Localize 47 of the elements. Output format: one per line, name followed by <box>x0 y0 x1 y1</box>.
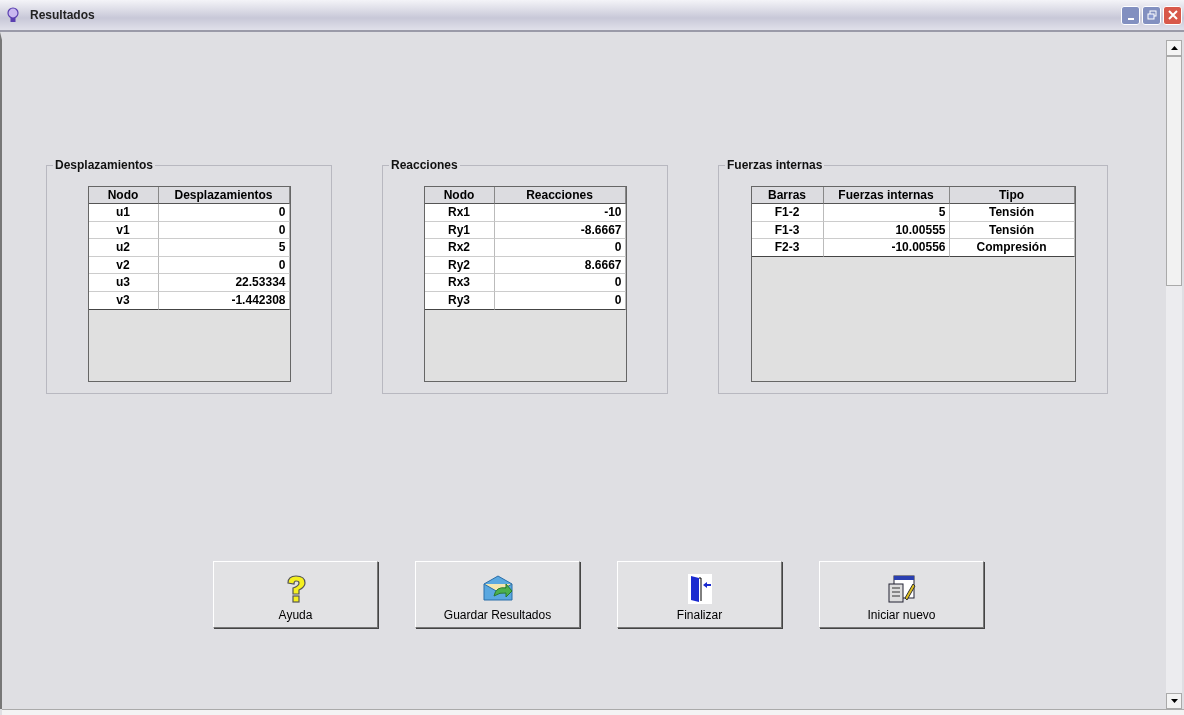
down-arrow-icon <box>1170 699 1178 703</box>
table-cell: 22.53334 <box>158 274 290 292</box>
group-title: Fuerzas internas <box>726 158 824 172</box>
lightbulb-icon <box>6 7 20 23</box>
close-button[interactable] <box>1163 5 1182 25</box>
column-header[interactable]: Fuerzas internas <box>823 187 950 204</box>
table-cell: 0 <box>494 274 626 292</box>
table-cell: 5 <box>158 239 290 257</box>
table-cell: 0 <box>158 204 290 222</box>
column-header[interactable]: Nodo <box>424 187 495 204</box>
table-cell: Rx3 <box>424 274 495 292</box>
restore-button[interactable] <box>1142 5 1161 25</box>
table-cell: -10 <box>494 204 626 222</box>
envelope-icon <box>481 574 514 604</box>
group-title: Reacciones <box>390 158 459 172</box>
table-cell: u1 <box>88 204 159 222</box>
column-header[interactable]: Reacciones <box>494 187 626 204</box>
close-icon <box>1167 10 1178 20</box>
form-icon <box>887 574 916 604</box>
table-cell: -10.00556 <box>823 239 950 257</box>
table-cell: u3 <box>88 274 159 292</box>
group-title: Desplazamientos <box>54 158 155 172</box>
window-title: Resultados <box>30 8 96 22</box>
column-header[interactable]: Tipo <box>949 187 1075 204</box>
vertical-scrollbar[interactable] <box>1166 40 1182 709</box>
table-cell: 5 <box>823 204 950 222</box>
action-button[interactable]: Ayuda <box>213 561 378 628</box>
table-cell: Rx2 <box>424 239 495 257</box>
horizontal-scrollbar[interactable] <box>2 709 1184 715</box>
table-cell: F1-2 <box>751 204 824 222</box>
action-button[interactable]: Finalizar <box>617 561 782 628</box>
table-cell: 0 <box>494 239 626 257</box>
table-cell: F2-3 <box>751 239 824 257</box>
up-arrow-icon <box>1170 46 1178 50</box>
minimize-icon <box>1127 17 1134 20</box>
action-button[interactable]: Guardar Resultados <box>415 561 580 628</box>
column-header[interactable]: Desplazamientos <box>158 187 290 204</box>
restore-icon <box>1146 10 1157 20</box>
table-cell: Rx1 <box>424 204 495 222</box>
door-icon <box>687 574 712 604</box>
action-button[interactable]: Iniciar nuevo <box>819 561 984 628</box>
column-header[interactable]: Nodo <box>88 187 159 204</box>
table-cell: u2 <box>88 239 159 257</box>
minimize-button[interactable] <box>1121 5 1140 25</box>
table-cell: Compresión <box>949 239 1075 257</box>
table-cell: Tensión <box>949 204 1075 222</box>
column-header[interactable]: Barras <box>751 187 824 204</box>
